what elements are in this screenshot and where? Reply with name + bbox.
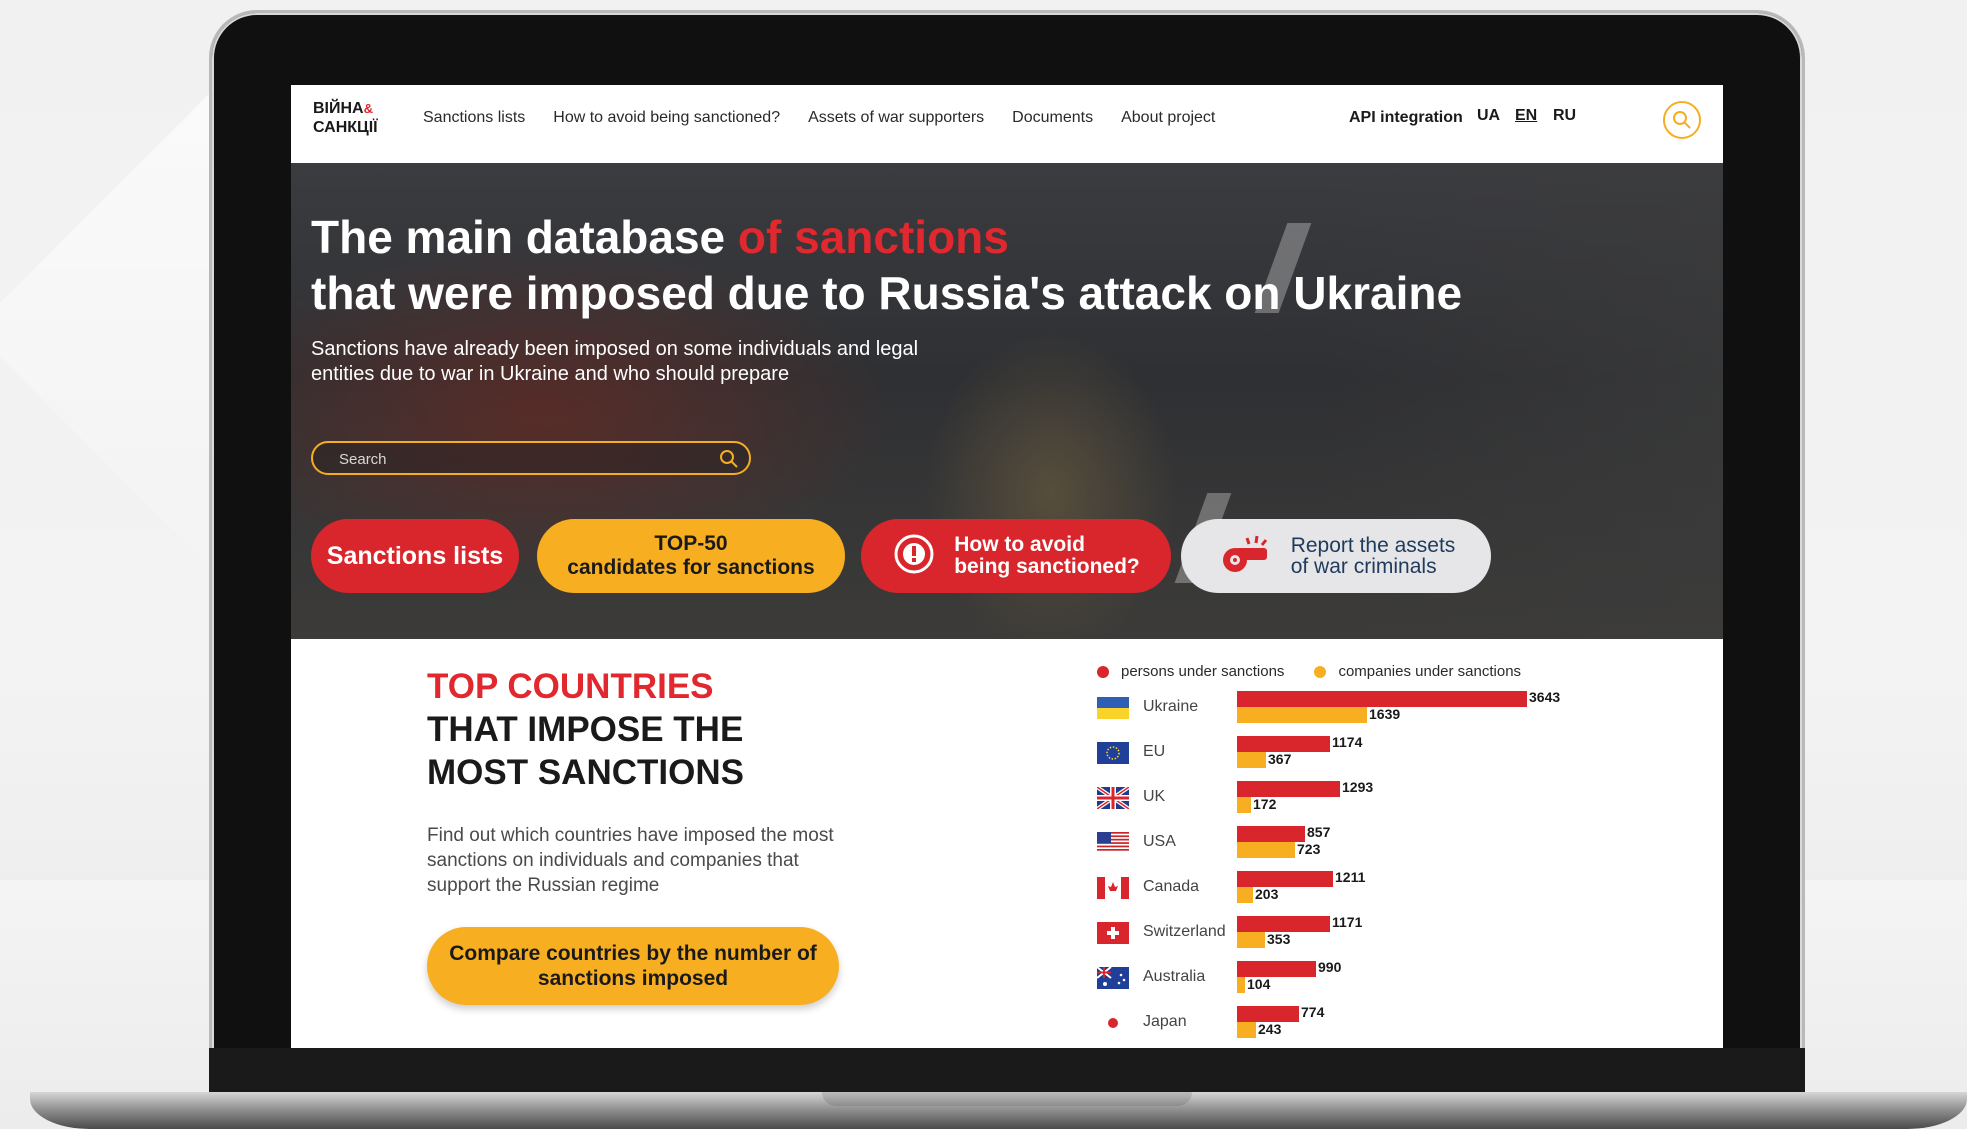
flag-uk-icon: [1095, 785, 1131, 811]
nav-sanctions-lists[interactable]: Sanctions lists: [423, 109, 525, 127]
site-header: ВІЙНА& САНКЦІЇ Sanctions lists How to av…: [291, 85, 1723, 163]
chart-legend: persons under sanctions companies under …: [1097, 663, 1521, 680]
country-label: Switzerland: [1143, 923, 1226, 940]
data-label-companies: 203: [1255, 886, 1279, 902]
bar-persons: [1237, 736, 1330, 752]
bar-persons: [1237, 781, 1340, 797]
laptop-chin: [209, 1048, 1805, 1098]
legend-companies: companies under sanctions: [1314, 663, 1521, 680]
data-label-companies: 353: [1267, 931, 1291, 947]
flag-switzerland-icon: [1097, 922, 1129, 944]
nav-how-to-avoid[interactable]: How to avoid being sanctioned?: [553, 109, 780, 127]
data-label-persons: 857: [1307, 824, 1331, 840]
report-assets-button[interactable]: Report the assets of war criminals: [1181, 519, 1491, 593]
bar-companies: [1237, 932, 1265, 948]
data-label-companies: 104: [1247, 976, 1271, 992]
country-label: EU: [1143, 743, 1166, 760]
hero-title: The main database of sanctions that were…: [311, 211, 1463, 319]
bar-companies: [1237, 752, 1266, 768]
country-label: Canada: [1143, 878, 1200, 895]
legend-dot-red: [1097, 665, 1109, 678]
lang-ua[interactable]: UA: [1477, 107, 1500, 125]
chart-row-ukraine: Ukraine 3643 1639: [1097, 689, 1657, 729]
sanctions-lists-button[interactable]: Sanctions lists: [311, 519, 519, 593]
lang-en[interactable]: EN: [1515, 107, 1537, 125]
how-to-avoid-button[interactable]: How to avoid being sanctioned?: [861, 519, 1171, 593]
country-label: UK: [1143, 788, 1166, 805]
data-label-companies: 1639: [1369, 706, 1401, 722]
lang-ru[interactable]: RU: [1553, 107, 1576, 125]
site-logo[interactable]: ВІЙНА& САНКЦІЇ: [313, 99, 378, 137]
nav-assets[interactable]: Assets of war supporters: [808, 109, 984, 127]
chart-row-canada: Canada 1211 203: [1097, 869, 1657, 909]
header-search-button[interactable]: [1663, 101, 1701, 139]
data-label-companies: 367: [1268, 751, 1292, 767]
chart-row-australia: Australia 990 104: [1096, 959, 1657, 999]
nav-about[interactable]: About project: [1121, 109, 1215, 127]
bar-companies: [1237, 977, 1245, 993]
chart-row-eu: EU 1174 367: [1097, 734, 1657, 774]
hero-search-field[interactable]: [311, 441, 751, 475]
legend-dot-yellow: [1314, 665, 1327, 678]
nav-api-integration[interactable]: API integration: [1349, 109, 1463, 127]
main-nav: Sanctions lists How to avoid being sanct…: [423, 109, 1243, 127]
hero-section: The main database of sanctions that were…: [291, 163, 1723, 639]
data-label-persons: 1174: [1332, 734, 1363, 750]
legend-persons: persons under sanctions: [1097, 663, 1284, 680]
bar-persons: [1237, 871, 1333, 887]
search-input[interactable]: [339, 449, 699, 469]
exclamation-icon: [892, 532, 936, 581]
data-label-companies: 172: [1253, 796, 1277, 812]
search-icon: [1673, 111, 1691, 129]
chart-row-switzerland: Switzerland 1171 353: [1097, 914, 1657, 954]
flag-australia-icon: [1096, 966, 1129, 989]
data-label-persons: 1293: [1342, 779, 1374, 795]
data-label-companies: 243: [1258, 1021, 1282, 1037]
bar-companies: [1237, 797, 1251, 813]
flag-canada-icon: [1097, 877, 1129, 899]
country-label: Australia: [1143, 968, 1206, 985]
bar-companies: [1237, 887, 1253, 903]
bar-companies: [1237, 842, 1295, 858]
search-icon[interactable]: [719, 449, 739, 469]
bar-persons: [1237, 826, 1305, 842]
flag-ukraine-icon: [1097, 697, 1129, 719]
data-label-persons: 990: [1318, 959, 1342, 975]
flag-usa-icon: [1097, 832, 1129, 854]
data-label-persons: 774: [1301, 1004, 1325, 1020]
browser-screen: ВІЙНА& САНКЦІЇ Sanctions lists How to av…: [291, 85, 1723, 1048]
bar-persons: [1237, 691, 1527, 707]
compare-countries-button[interactable]: Compare countries by the number of sanct…: [427, 927, 839, 1005]
data-label-persons: 1211: [1335, 869, 1366, 885]
bar-companies: [1237, 707, 1367, 723]
country-label: USA: [1143, 833, 1176, 850]
country-label: Ukraine: [1143, 698, 1199, 715]
bar-companies: [1237, 1022, 1256, 1038]
data-label-companies: 723: [1297, 841, 1321, 857]
country-label: Japan: [1143, 1013, 1187, 1030]
data-label-persons: 1171: [1332, 914, 1363, 930]
bar-persons: [1237, 1006, 1299, 1022]
top-countries-title: TOP COUNTRIES THAT IMPOSE THE MOST SANCT…: [427, 667, 744, 792]
hero-subtitle: Sanctions have already been imposed on s…: [311, 338, 919, 385]
data-label-persons: 3643: [1529, 689, 1561, 705]
whistle-icon: [1217, 532, 1273, 580]
chart-row-japan: Japan 774 243: [1097, 1004, 1657, 1044]
top50-button[interactable]: TOP-50 candidates for sanctions: [537, 519, 845, 593]
bar-persons: [1237, 961, 1316, 977]
nav-documents[interactable]: Documents: [1012, 109, 1093, 127]
laptop-notch: [822, 1092, 1192, 1106]
flag-eu-icon: [1097, 742, 1129, 764]
bar-persons: [1237, 916, 1330, 932]
flag-japan-icon: [1097, 1012, 1129, 1034]
chart-row-uk: UK 1293 172: [1095, 779, 1657, 819]
chart-row-usa: USA 857 723: [1097, 824, 1657, 864]
top-countries-description: Find out which countries have imposed th…: [427, 825, 834, 896]
